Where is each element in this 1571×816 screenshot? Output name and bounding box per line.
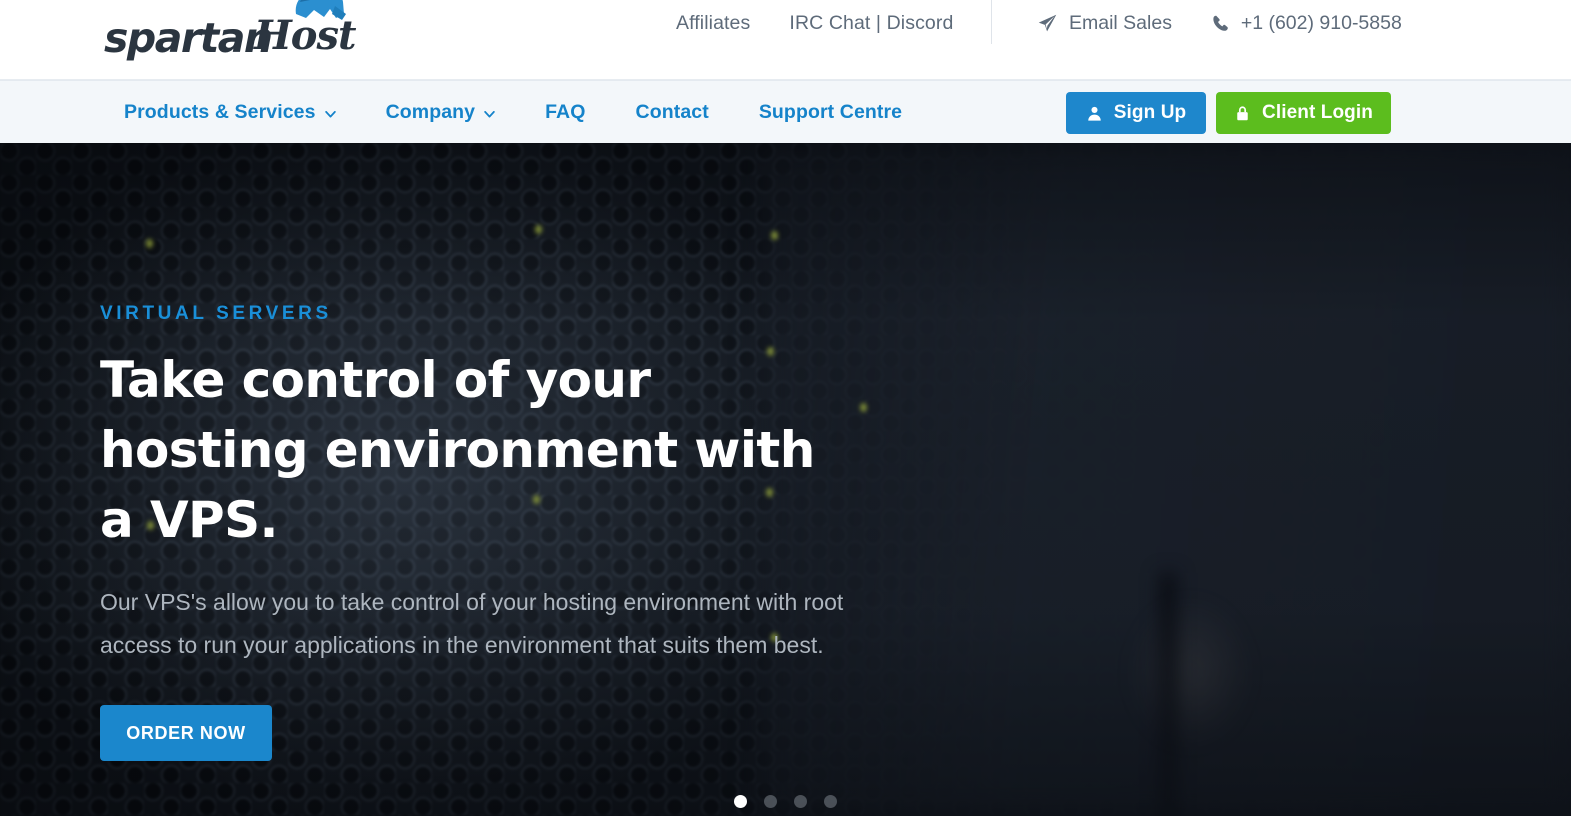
hero-eyebrow: VIRTUAL SERVERS	[100, 303, 332, 324]
phone-icon	[1211, 14, 1230, 33]
carousel-dot-4[interactable]	[824, 795, 837, 808]
hero-headline: Take control of your hosting environment…	[100, 351, 815, 549]
irc-discord-link[interactable]: IRC Chat | Discord	[789, 12, 953, 34]
nav-faq[interactable]: FAQ	[545, 101, 585, 124]
carousel-dot-3[interactable]	[794, 795, 807, 808]
lock-icon	[1234, 105, 1251, 122]
client-login-button[interactable]: Client Login	[1216, 92, 1391, 134]
chevron-down-icon	[484, 110, 495, 117]
hero-content: VIRTUAL SERVERS Take control of your hos…	[100, 303, 1000, 762]
email-sales-label: Email Sales	[1069, 12, 1172, 35]
nav-company-label: Company	[385, 101, 476, 123]
client-login-label: Client Login	[1262, 102, 1373, 123]
carousel-dot-1[interactable]	[734, 795, 747, 808]
top-utility-bar: spartan Host Affiliates IRC Chat | Disco…	[0, 0, 1571, 80]
phone-number-label: +1 (602) 910-5858	[1240, 12, 1402, 35]
carousel-dot-2[interactable]	[764, 795, 777, 808]
phone-link[interactable]: +1 (602) 910-5858	[1211, 12, 1402, 35]
nav-contact[interactable]: Contact	[636, 101, 709, 124]
topbar-divider	[991, 0, 992, 44]
nav-company[interactable]: Company	[386, 101, 496, 124]
contact-group: Email Sales +1 (602) 910-5858	[1037, 12, 1402, 35]
page-root: spartan Host Affiliates IRC Chat | Disco…	[0, 0, 1571, 816]
sign-up-button[interactable]: Sign Up	[1066, 92, 1206, 134]
nav-support-centre[interactable]: Support Centre	[759, 101, 902, 124]
sign-up-label: Sign Up	[1113, 102, 1187, 123]
nav-action-buttons: Sign Up Client Login	[1066, 92, 1391, 134]
main-navigation-bar: Products & Services Company FAQ Contact …	[0, 80, 1571, 143]
nav-items-group: Products & Services Company FAQ Contact …	[124, 81, 902, 144]
order-now-button[interactable]: ORDER NOW	[100, 705, 272, 762]
affiliates-link[interactable]: Affiliates	[676, 12, 750, 34]
hero-banner: VIRTUAL SERVERS Take control of your hos…	[0, 143, 1571, 816]
hero-subtext: Our VPS's allow you to take control of y…	[100, 589, 844, 659]
spartan-helmet-icon	[295, 0, 346, 20]
site-logo[interactable]: spartan Host	[104, 0, 374, 70]
logo-wordmark: spartan	[104, 14, 273, 62]
email-sales-link[interactable]: Email Sales	[1037, 12, 1172, 35]
paper-plane-icon	[1037, 13, 1058, 34]
chevron-down-icon	[324, 110, 336, 117]
nav-products-services-label: Products & Services	[124, 101, 316, 123]
user-icon	[1086, 105, 1103, 122]
top-links-group: Affiliates IRC Chat | Discord	[676, 12, 953, 35]
carousel-dots	[0, 795, 1571, 808]
nav-products-services[interactable]: Products & Services	[124, 101, 336, 124]
